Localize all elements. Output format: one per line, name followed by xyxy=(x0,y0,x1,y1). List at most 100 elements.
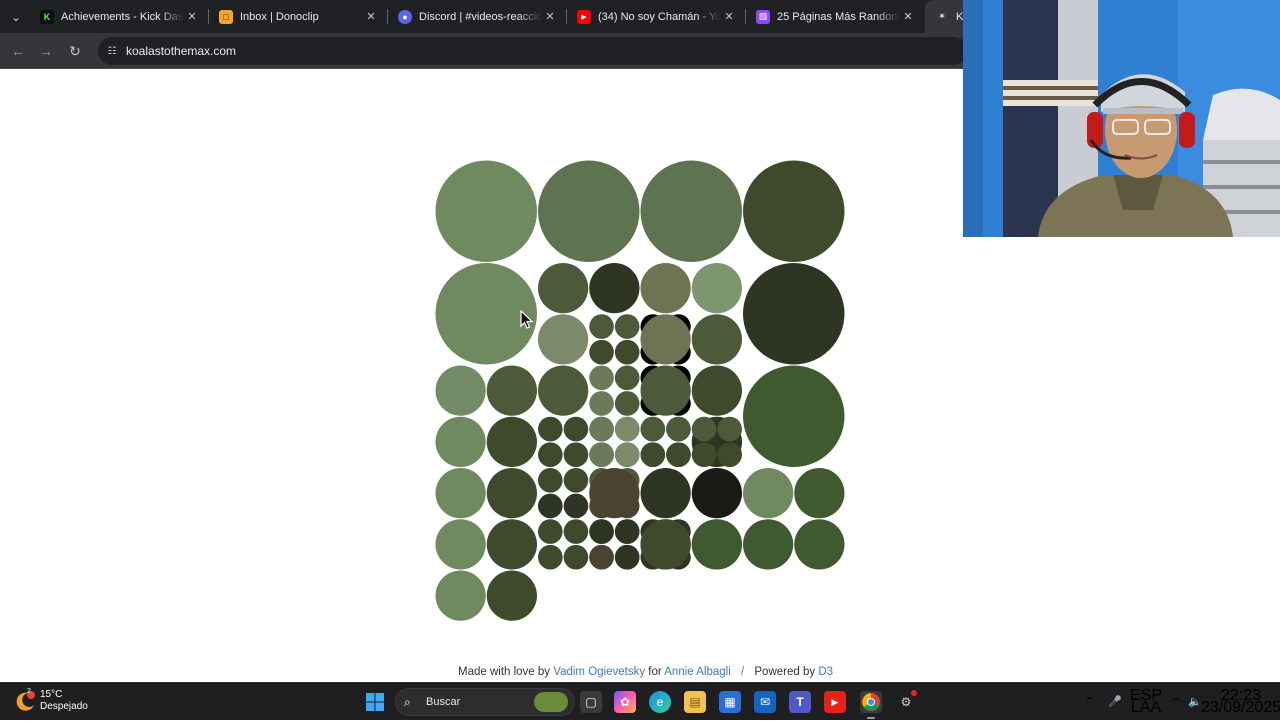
koala-circle[interactable] xyxy=(563,519,589,544)
koala-circle[interactable] xyxy=(691,314,742,365)
koala-circle[interactable] xyxy=(717,442,742,467)
koala-circle[interactable] xyxy=(538,365,589,416)
close-icon[interactable]: ✕ xyxy=(542,10,558,23)
koala-circle[interactable] xyxy=(614,416,640,442)
koala-circle[interactable] xyxy=(640,263,691,314)
koala-circle[interactable] xyxy=(589,544,614,570)
koala-circle[interactable] xyxy=(640,365,691,416)
koala-circle[interactable] xyxy=(743,519,794,570)
back-button[interactable]: ← xyxy=(7,40,29,62)
forward-button[interactable]: → xyxy=(35,40,57,62)
show-hidden-icons-button[interactable]: ⌃ xyxy=(1080,683,1098,721)
koala-circle[interactable] xyxy=(538,544,563,570)
koala-circle[interactable] xyxy=(614,365,640,391)
youtube-app-button[interactable]: ▶ xyxy=(824,691,846,713)
tab-discord[interactable]: ● Discord | #videos-reacción | S ✕ xyxy=(388,0,566,33)
start-button[interactable] xyxy=(364,691,386,713)
koala-circle[interactable] xyxy=(640,519,691,570)
close-icon[interactable]: ✕ xyxy=(721,10,737,23)
extra-app-button[interactable]: ⚙ xyxy=(895,690,917,713)
koala-circle[interactable] xyxy=(640,468,691,519)
koala-circle[interactable] xyxy=(614,314,640,339)
address-bar[interactable]: ☷ koalastothemax.com xyxy=(98,37,968,65)
koala-circle[interactable] xyxy=(614,544,640,570)
koala-circle[interactable] xyxy=(538,493,563,519)
koala-circle[interactable] xyxy=(666,416,691,442)
koala-circle[interactable] xyxy=(486,365,537,416)
site-info-icon[interactable]: ☷ xyxy=(104,43,120,59)
koala-circle[interactable] xyxy=(538,519,563,544)
edge-button[interactable]: e xyxy=(649,691,671,713)
close-icon[interactable]: ✕ xyxy=(363,10,379,23)
tab-search-button[interactable]: ⌄ xyxy=(6,7,26,27)
koala-circle[interactable] xyxy=(691,263,742,314)
koala-circle[interactable] xyxy=(691,519,742,570)
koala-circle[interactable] xyxy=(486,519,537,570)
koala-circle[interactable] xyxy=(486,416,537,467)
mail-button[interactable]: ✉ xyxy=(754,691,776,713)
koala-circle[interactable] xyxy=(666,442,691,467)
koala-circle[interactable] xyxy=(589,339,614,365)
koala-circle[interactable] xyxy=(589,391,614,416)
koala-circle[interactable] xyxy=(640,416,666,442)
recipient-link[interactable]: Annie Albagli xyxy=(664,666,731,678)
koala-circle[interactable] xyxy=(743,365,845,468)
copilot-button[interactable]: ✿ xyxy=(614,691,636,713)
tab-kick[interactable]: K Achievements - Kick Dashboard ✕ xyxy=(30,0,208,33)
language-indicator[interactable]: ESP LAA xyxy=(1130,683,1162,721)
koala-circle[interactable] xyxy=(691,416,717,442)
koala-circle[interactable] xyxy=(563,442,589,467)
tab-twitch[interactable]: ▧ 25 Páginas Más Random de ✕ xyxy=(746,0,924,33)
koala-circle[interactable] xyxy=(589,416,614,442)
koala-circle[interactable] xyxy=(589,442,614,467)
koala-circle[interactable] xyxy=(743,468,794,519)
koala-circle[interactable] xyxy=(538,442,563,467)
koala-circle[interactable] xyxy=(538,468,563,493)
koala-circle[interactable] xyxy=(538,416,563,442)
reload-button[interactable]: ↻ xyxy=(64,40,86,62)
koala-circle[interactable] xyxy=(691,468,742,519)
koala-circle[interactable] xyxy=(486,468,537,519)
koala-circle[interactable] xyxy=(589,519,614,544)
close-icon[interactable]: ✕ xyxy=(900,10,916,23)
koala-circle[interactable] xyxy=(563,544,589,570)
koala-circle[interactable] xyxy=(538,160,640,263)
microphone-button[interactable]: 🎤 xyxy=(1106,683,1124,721)
koala-circle[interactable] xyxy=(435,519,486,570)
koala-circle[interactable] xyxy=(614,339,640,365)
koala-circle[interactable] xyxy=(640,314,691,365)
koala-circle[interactable] xyxy=(640,160,743,263)
author-link[interactable]: Vadim Ogievetsky xyxy=(553,666,645,678)
koala-circle[interactable] xyxy=(614,442,640,467)
koala-circle[interactable] xyxy=(794,519,845,570)
koala-circle[interactable] xyxy=(614,391,640,416)
clock[interactable]: 22:23 23/09/2025 xyxy=(1201,683,1280,721)
chrome-button[interactable] xyxy=(860,691,882,713)
koala-circle[interactable] xyxy=(640,442,666,467)
koala-circle[interactable] xyxy=(486,570,537,621)
koala-circle[interactable] xyxy=(717,416,742,442)
tab-donoclip[interactable]: □ Inbox | Donoclip ✕ xyxy=(209,0,387,33)
koala-circle[interactable] xyxy=(691,365,742,416)
koala-circle[interactable] xyxy=(589,468,640,519)
koala-circle[interactable] xyxy=(589,314,614,339)
taskbar-search[interactable]: ⌕ Buscar xyxy=(395,688,575,716)
koala-circle[interactable] xyxy=(794,468,845,519)
koala-circle[interactable] xyxy=(563,468,589,493)
koala-circle[interactable] xyxy=(435,570,486,621)
file-explorer-button[interactable]: ▤ xyxy=(684,691,706,713)
koala-circle[interactable] xyxy=(435,416,486,467)
koala-circle[interactable] xyxy=(563,416,589,442)
koala-circle[interactable] xyxy=(589,365,614,391)
tab-youtube[interactable]: ▶ (34) No soy Chamán - YouTube ✕ xyxy=(567,0,745,33)
close-icon[interactable]: ✕ xyxy=(184,10,200,23)
koala-circle[interactable] xyxy=(743,263,845,365)
koala-circle[interactable] xyxy=(435,365,486,416)
koala-circle[interactable] xyxy=(538,263,589,314)
task-view-button[interactable]: ▢ xyxy=(580,691,602,713)
d3-link[interactable]: D3 xyxy=(818,666,833,678)
koala-circle[interactable] xyxy=(743,160,845,263)
koala-circle[interactable] xyxy=(589,263,640,314)
koala-circle[interactable] xyxy=(691,442,717,467)
koala-circle[interactable] xyxy=(435,468,486,519)
